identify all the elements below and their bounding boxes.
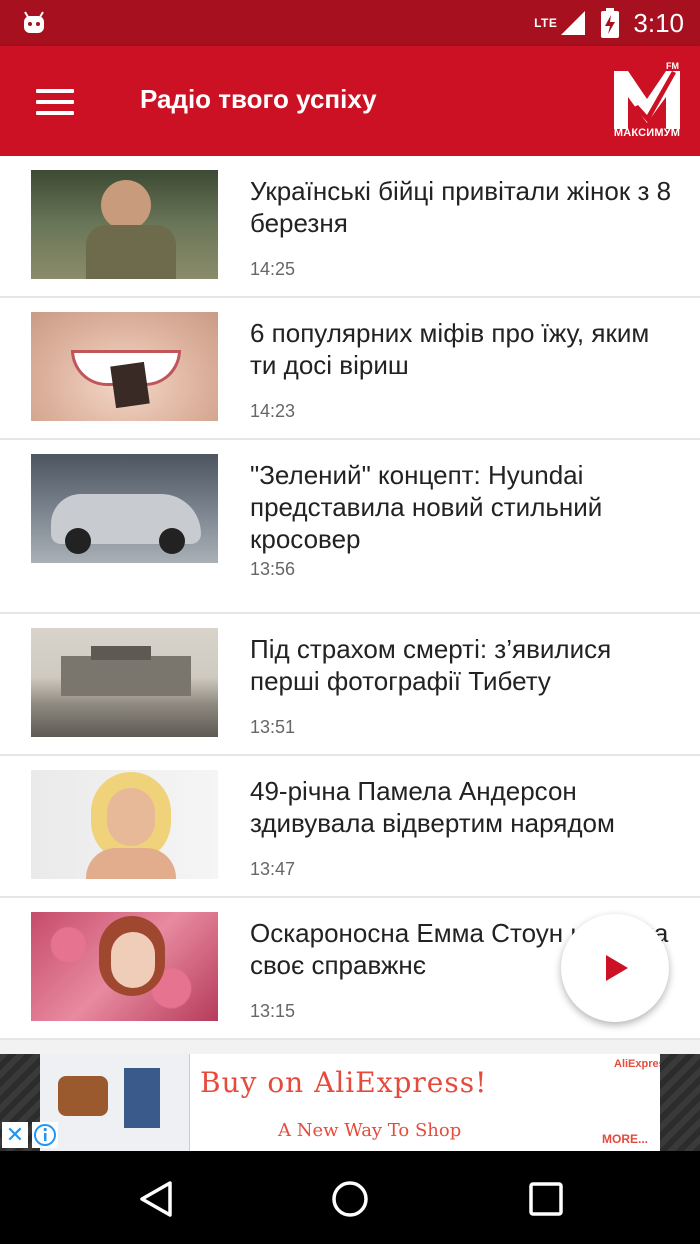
play-button[interactable] — [561, 914, 669, 1022]
battery-charging-icon — [601, 8, 620, 38]
news-item[interactable]: Під страхом смерті: з’явилися перші фото… — [0, 614, 700, 756]
signal-icon — [561, 11, 586, 35]
news-time: 13:47 — [250, 859, 296, 879]
logo-text: МАКСИМУМ — [613, 127, 681, 139]
news-item[interactable]: 49-річна Памела Андерсон здивувала відве… — [0, 756, 700, 898]
menu-icon — [36, 89, 74, 93]
page-title: Радіо твого успіху — [140, 84, 377, 114]
back-icon — [140, 1181, 172, 1217]
maksymum-logo[interactable]: FM МАКСИМУМ — [612, 61, 682, 143]
news-item[interactable]: Українські бійці привітали жінок з 8 бер… — [0, 156, 700, 298]
status-bar: LTE 3:10 — [0, 0, 700, 46]
home-icon — [332, 1181, 368, 1217]
app-bar: Радіо твого успіху FM МАКСИМУМ — [0, 46, 700, 156]
news-item[interactable]: "Зелений" концепт: Hyundai представила н… — [0, 440, 700, 614]
smile-chocolate-photo — [31, 312, 218, 421]
pamela-anderson-photo — [31, 770, 218, 879]
ad-content[interactable]: Buy on AliExpress! A New Way To Shop Ali… — [40, 1054, 660, 1151]
news-time: 14:23 — [250, 401, 296, 421]
soldier-photo — [31, 170, 218, 279]
info-icon — [34, 1124, 56, 1146]
android-icon — [24, 11, 44, 33]
news-title: Під страхом смерті: з’явилися перші фото… — [250, 634, 612, 696]
ad-headline: Buy on AliExpress! — [200, 1066, 488, 1099]
network-type: LTE — [534, 16, 558, 30]
news-time: 14:25 — [250, 259, 296, 279]
news-time: 13:56 — [250, 559, 296, 579]
back-button[interactable] — [136, 1179, 176, 1219]
menu-button[interactable] — [36, 89, 74, 115]
news-title: "Зелений" концепт: Hyundai представила н… — [250, 460, 603, 554]
news-title: Українські бійці привітали жінок з 8 бер… — [250, 176, 672, 238]
logo-fm: FM — [666, 61, 679, 71]
news-title: 6 популярних міфів про їжу, яким ти досі… — [250, 318, 650, 380]
emma-stone-photo — [31, 912, 218, 1021]
news-time: 13:51 — [250, 717, 296, 737]
recents-icon — [529, 1182, 563, 1216]
news-time: 13:15 — [250, 1001, 296, 1021]
ad-info-button[interactable] — [32, 1122, 58, 1148]
ad-close-button[interactable]: ✕ — [2, 1122, 28, 1148]
home-button[interactable] — [330, 1179, 370, 1219]
system-nav-bar — [0, 1151, 700, 1244]
news-feed: Українські бійці привітали жінок з 8 бер… — [0, 156, 700, 1040]
news-title: 49-річна Памела Андерсон здивувала відве… — [250, 776, 615, 838]
news-item[interactable]: 6 популярних міфів про їжу, яким ти досі… — [0, 298, 700, 440]
ad-subline: A New Way To Shop — [278, 1120, 462, 1141]
ad-brand: AliExpress — [614, 1058, 660, 1070]
ad-banner[interactable]: Buy on AliExpress! A New Way To Shop Ali… — [0, 1054, 700, 1151]
ad-more-link[interactable]: MORE... — [602, 1132, 648, 1146]
clock: 3:10 — [633, 7, 684, 38]
tibet-palace-photo — [31, 628, 218, 737]
logo-m-icon — [614, 71, 680, 129]
recents-button[interactable] — [526, 1179, 566, 1219]
ad-product-image — [40, 1054, 190, 1151]
play-icon — [606, 955, 628, 981]
hyundai-car-photo — [31, 454, 218, 563]
